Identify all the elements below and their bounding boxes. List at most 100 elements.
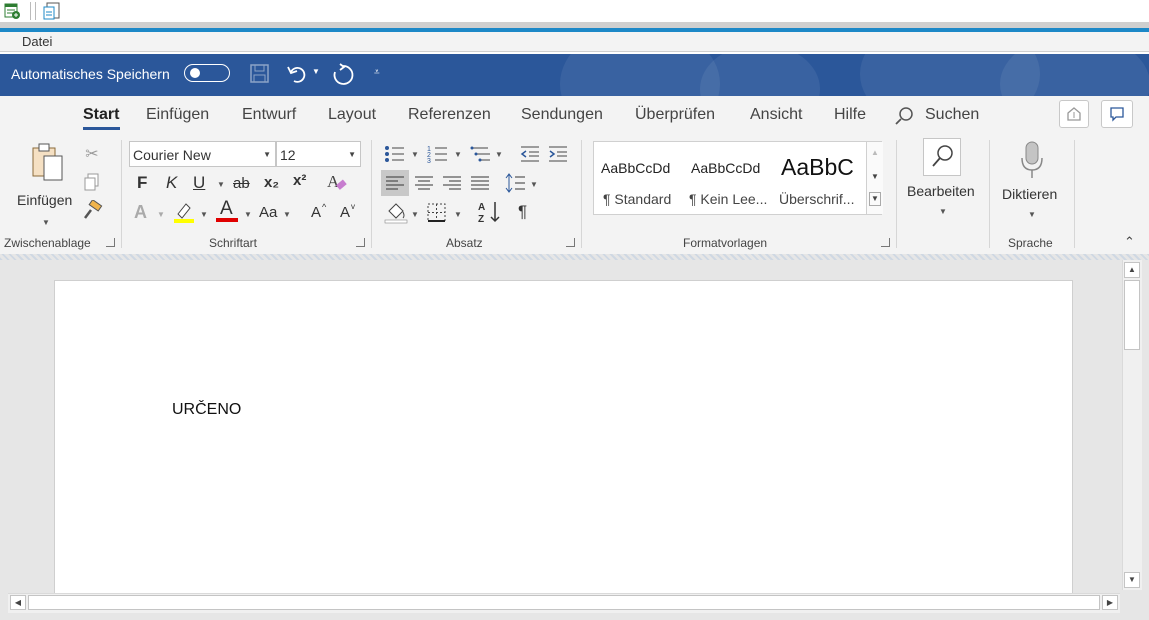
highlight-dropdown-icon[interactable]: ▼	[200, 210, 208, 219]
style-name: ¶ Standard	[603, 191, 672, 207]
share-icon	[1067, 107, 1081, 121]
tab-sendungen[interactable]: Sendungen	[521, 106, 603, 124]
justify-icon[interactable]	[468, 170, 492, 199]
format-painter-icon[interactable]	[82, 198, 104, 225]
style-standard[interactable]: AaBbCcDd ¶ Standard	[594, 142, 684, 214]
highlight-icon[interactable]	[172, 200, 196, 227]
autosave-toggle[interactable]	[184, 64, 230, 82]
line-spacing-icon[interactable]	[504, 172, 526, 197]
ribbon-body: Einfügen ▼ ✂ Zwischenablage Courier New …	[0, 132, 1149, 255]
bold-button[interactable]: F	[137, 173, 147, 193]
comments-button[interactable]	[1101, 100, 1133, 128]
font-color-letter: A	[220, 198, 233, 219]
superscript-button[interactable]: x²	[293, 172, 306, 189]
borders-dropdown-icon[interactable]: ▼	[454, 210, 462, 219]
align-right-icon[interactable]	[440, 170, 464, 199]
vertical-scroll-thumb[interactable]	[1124, 280, 1140, 350]
search-icon[interactable]	[894, 106, 914, 129]
styles-launcher-icon[interactable]	[881, 238, 890, 247]
undo-icon[interactable]	[286, 63, 308, 90]
font-group-label: Schriftart	[209, 236, 258, 250]
undo-dropdown-icon[interactable]: ▼	[312, 67, 320, 76]
tab-layout[interactable]: Layout	[328, 106, 376, 124]
dictate-dropdown-icon: ▼	[1028, 210, 1036, 219]
paragraph-launcher-icon[interactable]	[566, 238, 575, 247]
tab-referenzen[interactable]: Referenzen	[408, 106, 491, 124]
align-left-button[interactable]	[381, 170, 409, 196]
gallery-more-icon[interactable]: ▼	[869, 192, 881, 206]
cut-icon[interactable]: ✂	[82, 144, 102, 164]
change-case-button[interactable]: Aa	[259, 204, 277, 221]
multilevel-list-icon[interactable]	[470, 144, 492, 167]
sort-icon[interactable]: AZ	[477, 200, 503, 227]
group-divider	[989, 140, 990, 248]
shading-dropdown-icon[interactable]: ▼	[411, 210, 419, 219]
scroll-left-icon[interactable]: ◀	[10, 595, 26, 610]
multilevel-dropdown-icon[interactable]: ▼	[495, 150, 503, 159]
redo-icon[interactable]	[331, 63, 355, 92]
borders-icon[interactable]	[426, 202, 448, 227]
change-case-dropdown-icon[interactable]: ▼	[283, 210, 291, 219]
increase-indent-icon[interactable]	[547, 144, 569, 167]
customize-quick-access-icon[interactable]: ⩡	[374, 67, 380, 78]
font-name-value: Courier New	[133, 147, 211, 163]
text-effects-dropdown-icon[interactable]: ▼	[157, 210, 165, 219]
shrink-font-button[interactable]: A v	[340, 202, 360, 222]
font-color-button[interactable]: A	[216, 198, 238, 222]
tab-hilfe[interactable]: Hilfe	[834, 106, 866, 124]
tab-start[interactable]: Start	[83, 106, 119, 124]
style-no-spacing[interactable]: AaBbCcDd ¶ Kein Lee...	[684, 142, 774, 214]
font-color-dropdown-icon[interactable]: ▼	[244, 210, 252, 219]
underline-dropdown-icon[interactable]: ▼	[217, 180, 225, 189]
font-size-dropdown-icon[interactable]: ▼	[348, 150, 356, 159]
search-label[interactable]: Suchen	[925, 106, 979, 124]
share-button[interactable]	[1059, 100, 1089, 128]
underline-button[interactable]: U	[193, 173, 205, 193]
strikethrough-button[interactable]: ab	[233, 175, 250, 192]
numbering-icon[interactable]: 123	[427, 144, 449, 167]
sheet-add-icon[interactable]	[4, 3, 20, 19]
text-effects-icon[interactable]: A	[134, 202, 147, 223]
numbering-dropdown-icon[interactable]: ▼	[454, 150, 462, 159]
bullets-dropdown-icon[interactable]: ▼	[411, 150, 419, 159]
styles-group-label: Formatvorlagen	[683, 236, 768, 250]
decrease-indent-icon[interactable]	[519, 144, 541, 167]
bullets-icon[interactable]	[384, 144, 406, 167]
tab-einfuegen[interactable]: Einfügen	[146, 106, 209, 124]
font-size-combo[interactable]: 12 ▼	[276, 141, 361, 167]
scroll-right-icon[interactable]: ▶	[1102, 595, 1118, 610]
style-heading[interactable]: AaBbC Überschrif...	[774, 142, 866, 214]
subscript-button[interactable]: x₂	[264, 174, 279, 191]
tab-ansicht[interactable]: Ansicht	[750, 106, 802, 124]
font-name-combo[interactable]: Courier New ▼	[129, 141, 276, 167]
clipboard-launcher-icon[interactable]	[106, 238, 115, 247]
line-spacing-dropdown-icon[interactable]: ▼	[530, 180, 538, 189]
clear-formatting-icon[interactable]: A	[325, 170, 349, 197]
tab-entwurf[interactable]: Entwurf	[242, 106, 296, 124]
collapse-ribbon-icon[interactable]: ⌃	[1124, 234, 1135, 250]
font-launcher-icon[interactable]	[356, 238, 365, 247]
align-center-icon[interactable]	[412, 170, 436, 199]
tab-ueberpruefen[interactable]: Überprüfen	[635, 106, 715, 124]
grow-font-button[interactable]: A ^	[311, 202, 331, 222]
dictate-button[interactable]: Diktieren ▼	[999, 138, 1069, 228]
italic-button[interactable]: K	[166, 173, 177, 193]
grow-font-letter: A	[311, 204, 322, 221]
font-name-dropdown-icon[interactable]: ▼	[263, 150, 271, 159]
editing-button[interactable]: Bearbeiten ▼	[903, 137, 983, 227]
style-sample: AaBbCcDd	[691, 160, 761, 176]
gallery-down-icon[interactable]: ▼	[871, 172, 879, 181]
file-menu[interactable]: Datei	[22, 34, 52, 49]
shading-icon[interactable]	[384, 200, 408, 227]
show-formatting-button[interactable]: ¶	[518, 202, 527, 222]
copy-icon[interactable]	[82, 172, 102, 195]
gallery-up-icon[interactable]: ▲	[871, 148, 879, 157]
paste-button[interactable]: Einfügen ▼	[14, 140, 78, 230]
document-page[interactable]	[54, 280, 1073, 594]
scroll-up-icon[interactable]: ▲	[1124, 262, 1140, 278]
scroll-down-icon[interactable]: ▼	[1124, 572, 1140, 588]
horizontal-scroll-thumb[interactable]	[28, 595, 1100, 610]
save-icon[interactable]	[250, 64, 270, 89]
document-copy-icon[interactable]	[42, 2, 62, 22]
document-text[interactable]: URČENO	[172, 401, 241, 419]
